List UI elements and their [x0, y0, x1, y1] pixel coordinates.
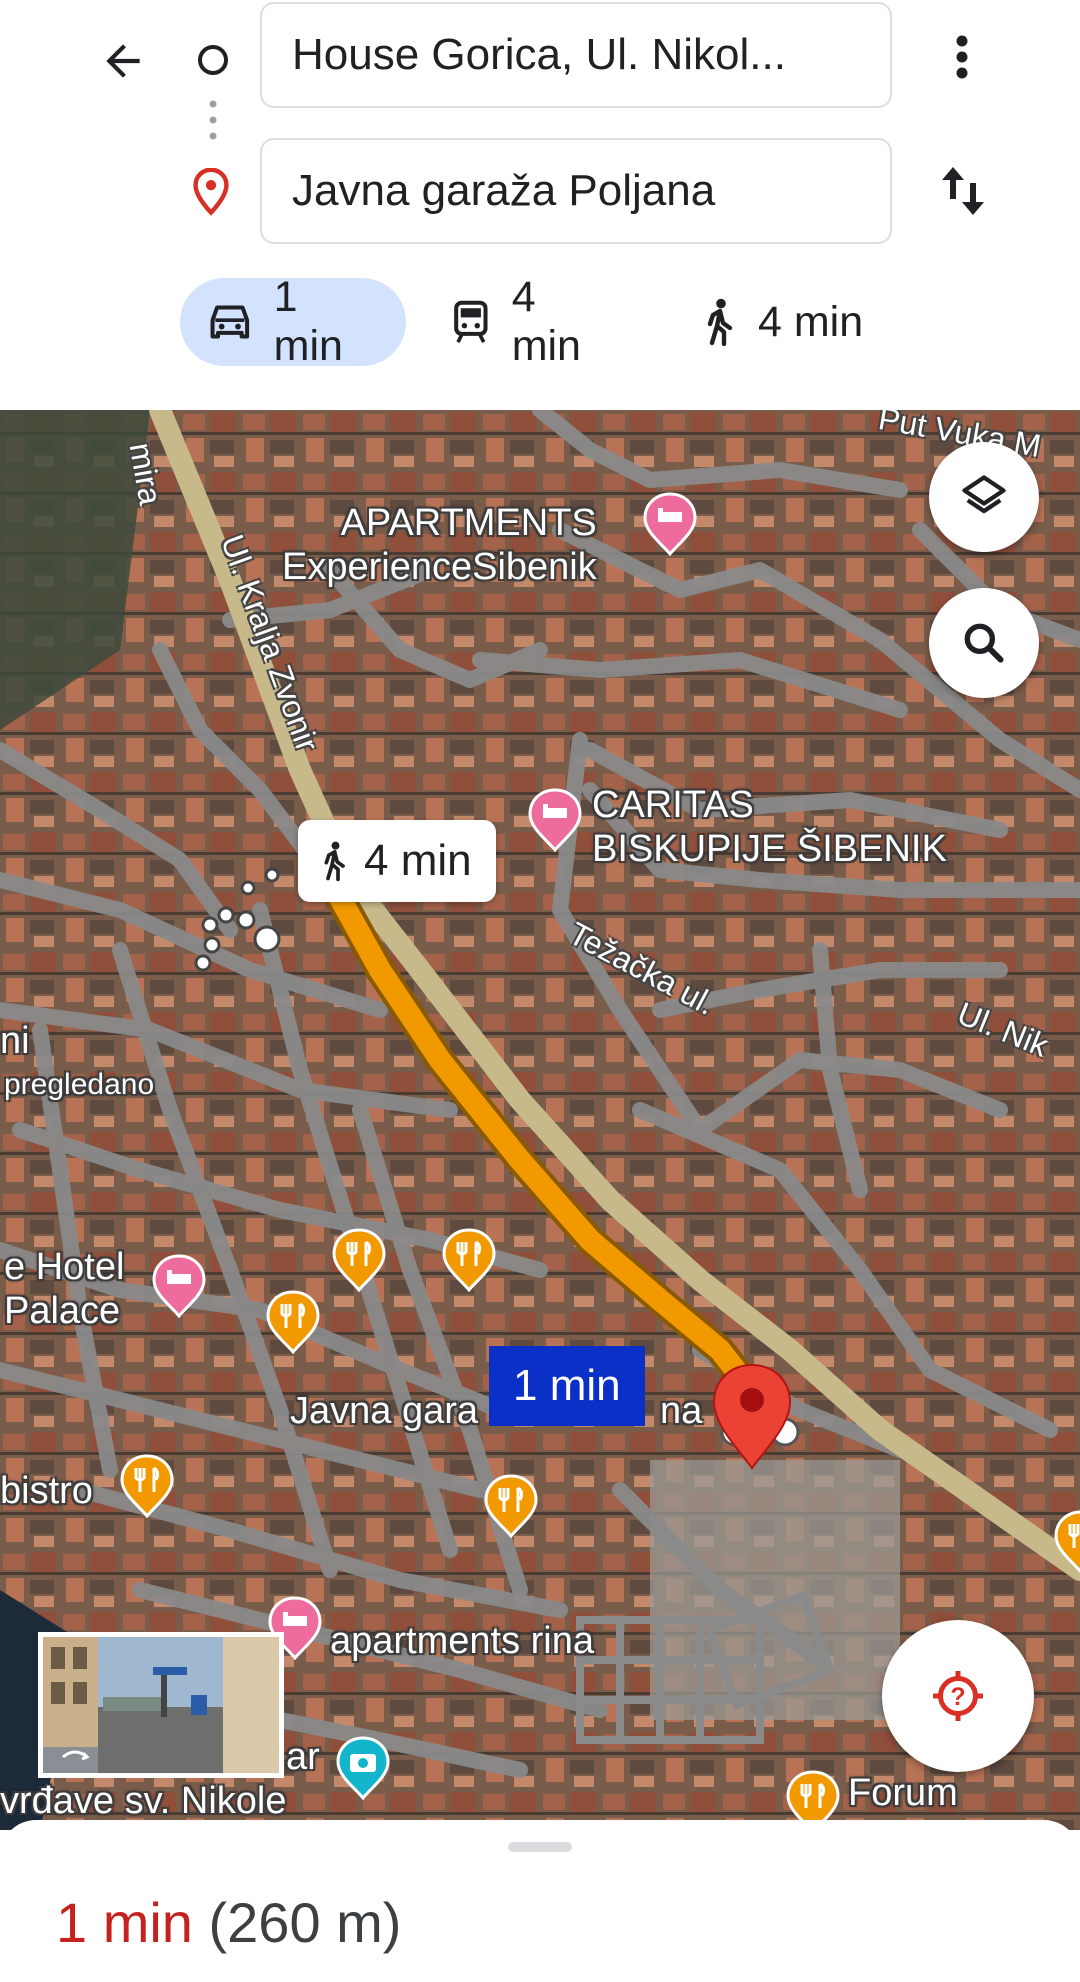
label-pregledano-b: pregledano: [4, 1068, 155, 1101]
label-caritas: CARITAS BISKUPIJE ŠIBENIK: [592, 784, 947, 871]
mode-transit-time: 4 min: [511, 273, 581, 370]
label-hotel-palace: e Hotel Palace: [4, 1246, 124, 1333]
label-caritas-text: CARITAS BISKUPIJE ŠIBENIK: [592, 784, 947, 870]
restaurant-poi-icon[interactable]: [442, 1228, 496, 1292]
label-ar: ar: [286, 1736, 320, 1778]
street-view-thumbnail[interactable]: [38, 1632, 284, 1778]
directions-header: House Gorica, Ul. Nikol... Javna garaža …: [0, 0, 1080, 410]
summary-distance: (260 m): [208, 1891, 402, 1954]
train-icon: [454, 300, 488, 343]
label-apartments-rina: apartments rina: [330, 1620, 595, 1662]
hotel-poi-icon[interactable]: [643, 492, 697, 556]
label-hotel-palace-text: e Hotel Palace: [4, 1246, 125, 1332]
restaurant-poi-icon[interactable]: [1054, 1510, 1080, 1574]
mode-walk-tab[interactable]: 4 min: [672, 278, 892, 366]
label-apartments-experience: APARTMENTS ExperienceSibenik: [282, 502, 597, 589]
mode-transit-tab[interactable]: 4 min: [424, 273, 644, 370]
svg-text:?: ?: [950, 1683, 965, 1711]
label-tvrdave: vrđave sv. Nikole: [0, 1780, 287, 1822]
restaurant-poi-icon[interactable]: [120, 1454, 174, 1518]
origin-circle-icon: [198, 45, 228, 75]
layers-icon: [962, 475, 1006, 514]
drive-time-bubble[interactable]: 1 min: [489, 1346, 645, 1426]
search-map-button[interactable]: [929, 588, 1039, 698]
restaurant-poi-icon[interactable]: [266, 1290, 320, 1354]
satellite-map[interactable]: mira Ul. Kralja Zvonir Težačka ul. Ul. N…: [0, 410, 1080, 1830]
hotel-poi-icon[interactable]: [152, 1254, 206, 1318]
label-forum: Forum: [848, 1772, 958, 1814]
origin-input[interactable]: House Gorica, Ul. Nikol...: [260, 2, 892, 108]
street-view-image: [43, 1637, 279, 1773]
layers-button[interactable]: [929, 442, 1039, 552]
hotel-poi-icon[interactable]: [528, 788, 582, 852]
mode-drive-tab[interactable]: 1 min: [180, 273, 406, 370]
search-icon: [964, 623, 1004, 663]
destination-input[interactable]: Javna garaža Poljana: [260, 138, 892, 244]
label-bistro: bistro: [0, 1470, 93, 1512]
mode-drive-time: 1 min: [273, 273, 343, 370]
origin-text: House Gorica, Ul. Nikol...: [292, 30, 786, 79]
label-garage-right: na: [660, 1390, 703, 1432]
camera-poi-icon[interactable]: [336, 1736, 390, 1800]
walk-icon: [324, 841, 345, 882]
route-summary: 1 min (260 m): [56, 1890, 401, 1955]
walk-bubble-time: 4 min: [364, 836, 472, 885]
label-apartments-experience-text: APARTMENTS ExperienceSibenik: [282, 502, 597, 588]
walk-icon: [707, 298, 733, 346]
car-icon: [210, 305, 250, 339]
my-location-button[interactable]: ?: [882, 1620, 1034, 1772]
map-imagery: [0, 410, 1080, 1830]
location-unknown-icon: ?: [933, 1671, 983, 1721]
swap-button[interactable]: [928, 156, 998, 226]
route-dots-icon: [209, 100, 217, 140]
label-pregledano-a: ni: [0, 1020, 30, 1062]
summary-time: 1 min: [56, 1891, 193, 1954]
destination-pin-icon: [193, 168, 229, 216]
label-garage-left: Javna gara: [290, 1390, 479, 1432]
walk-time-bubble[interactable]: 4 min: [298, 820, 496, 902]
more-options-button[interactable]: [935, 22, 989, 92]
more-vert-icon: [956, 35, 968, 79]
destination-text: Javna garaža Poljana: [292, 166, 716, 215]
arrow-left-icon: [106, 44, 140, 78]
swap-vert-icon: [942, 167, 984, 215]
back-button[interactable]: [88, 26, 158, 96]
restaurant-poi-icon[interactable]: [484, 1474, 538, 1538]
drive-bubble-time: 1 min: [513, 1361, 621, 1410]
mode-walk-time: 4 min: [758, 297, 864, 346]
restaurant-poi-icon[interactable]: [332, 1228, 386, 1292]
sheet-drag-handle[interactable]: [508, 1842, 572, 1852]
route-summary-sheet[interactable]: 1 min (260 m): [0, 1820, 1080, 1982]
